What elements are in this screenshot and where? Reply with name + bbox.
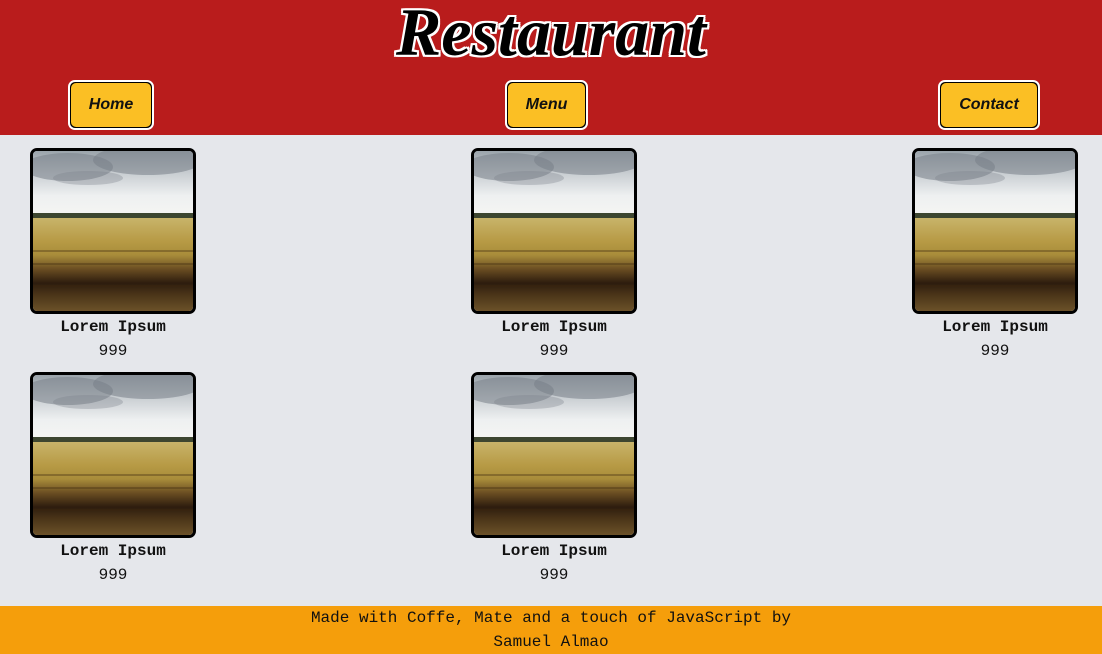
wheat-field-photo (30, 148, 196, 314)
site-header: Restaurant Home Menu Contact (0, 0, 1102, 135)
nav-home-label: Home (71, 83, 151, 127)
menu-item-name: Lorem Ipsum (60, 542, 166, 560)
wheat-field-photo (471, 148, 637, 314)
menu-item-card[interactable]: Lorem Ipsum 999 (30, 148, 196, 360)
menu-item-name: Lorem Ipsum (60, 318, 166, 336)
menu-item-card[interactable]: Lorem Ipsum 999 (30, 372, 196, 584)
menu-item-price: 999 (98, 342, 128, 360)
menu-item-card[interactable]: Lorem Ipsum 999 (471, 148, 637, 360)
menu-item-price: 999 (980, 342, 1010, 360)
menu-item-name: Lorem Ipsum (501, 542, 607, 560)
menu-item-name: Lorem Ipsum (942, 318, 1048, 336)
wheat-field-photo (30, 372, 196, 538)
menu-item-price: 999 (98, 566, 128, 584)
site-title: Restaurant (396, 0, 706, 70)
menu-item-card[interactable]: Lorem Ipsum 999 (912, 148, 1078, 360)
wheat-field-photo (912, 148, 1078, 314)
menu-item-price: 999 (539, 342, 569, 360)
menu-item-card[interactable]: Lorem Ipsum 999 (471, 372, 637, 584)
footer-credit-line1: Made with Coffe, Mate and a touch of Jav… (310, 609, 792, 627)
nav-menu-button[interactable]: Menu (505, 80, 588, 130)
nav-home-button[interactable]: Home (68, 80, 154, 130)
menu-item-price: 999 (539, 566, 569, 584)
site-footer: Made with Coffe, Mate and a touch of Jav… (0, 606, 1102, 654)
nav-contact-button[interactable]: Contact (938, 80, 1040, 130)
footer-credit-line2: Samuel Almao (493, 633, 609, 651)
nav-menu-label: Menu (508, 83, 585, 127)
wheat-field-photo (471, 372, 637, 538)
nav-contact-label: Contact (941, 83, 1037, 127)
menu-item-name: Lorem Ipsum (501, 318, 607, 336)
